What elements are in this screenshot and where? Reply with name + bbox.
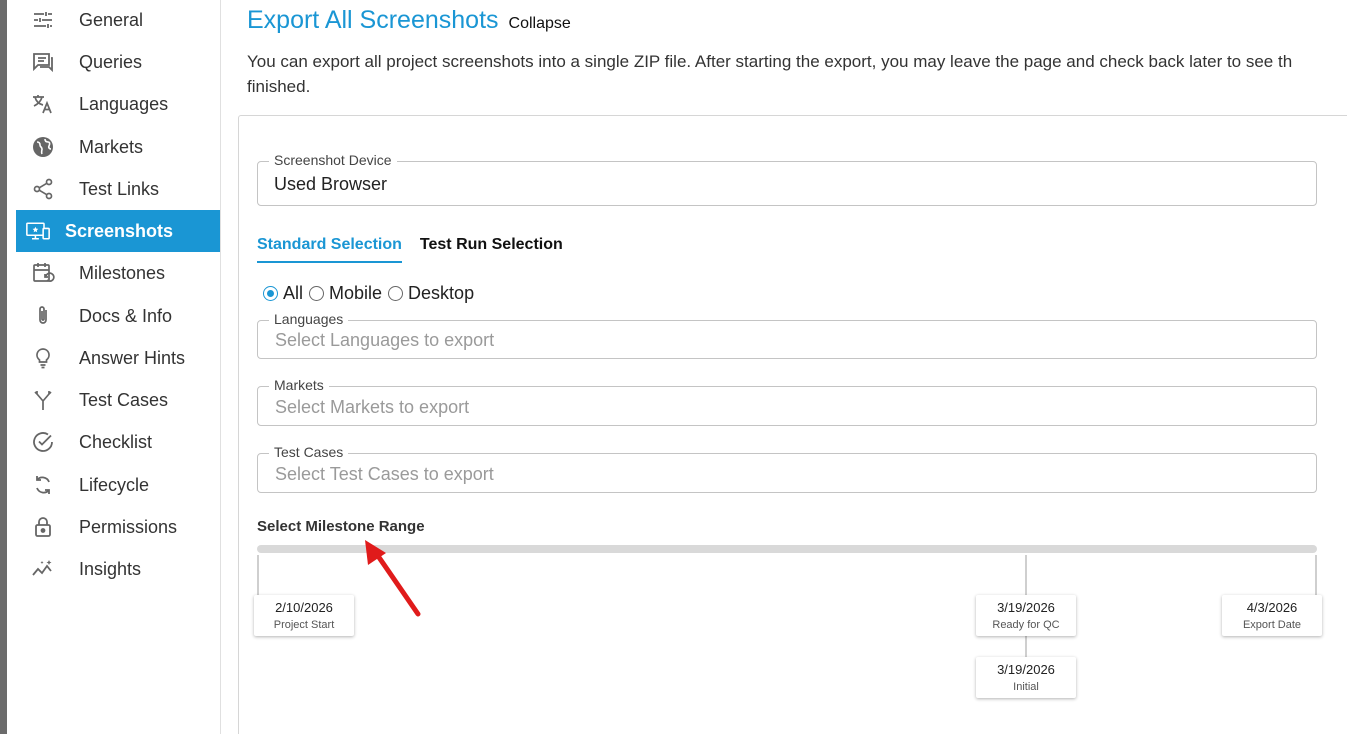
sliders-icon xyxy=(30,7,56,33)
field-label: Markets xyxy=(269,377,329,393)
sidebar-item-label: Milestones xyxy=(79,262,166,283)
sidebar-item-label: Test Cases xyxy=(79,389,169,410)
test-cases-placeholder: Select Test Cases to export xyxy=(275,464,494,484)
milestone-name: Project Start xyxy=(273,619,335,631)
main-content: Export All Screenshots Collapse You can … xyxy=(221,0,1347,734)
sidebar-item-queries[interactable]: Queries xyxy=(16,41,220,83)
radio-label: Desktop xyxy=(408,283,475,303)
screenshot-device-select[interactable]: Screenshot Device Used Browser xyxy=(257,152,1317,206)
field-label: Test Cases xyxy=(269,444,349,460)
window-edge xyxy=(0,0,7,734)
share-icon xyxy=(30,176,56,202)
sidebar-item-label: Permissions xyxy=(79,516,178,537)
milestone-ready-for-qc[interactable]: 3/19/2026 Ready for QC xyxy=(976,595,1076,636)
sidebar-item-label: Screenshots xyxy=(65,220,174,241)
sidebar-item-label: Test Links xyxy=(79,178,160,199)
milestone-range-label: Select Milestone Range xyxy=(257,518,425,535)
title-row: Export All Screenshots Collapse xyxy=(247,6,571,35)
markets-placeholder: Select Markets to export xyxy=(275,397,470,417)
sidebar-item-docs-info[interactable]: Docs & Info xyxy=(16,295,220,337)
sidebar-item-label: Checklist xyxy=(79,431,153,452)
sidebar-item-label: Queries xyxy=(79,51,143,72)
device-type-radio-group: All Mobile Desktop xyxy=(263,283,480,304)
radio-all[interactable]: All xyxy=(263,283,303,304)
collapse-button[interactable]: Collapse xyxy=(509,15,571,33)
milestone-export-date[interactable]: 4/3/2026 Export Date xyxy=(1222,595,1322,636)
sidebar-item-markets[interactable]: Markets xyxy=(16,126,220,168)
radio-label: Mobile xyxy=(329,283,383,303)
markets-select[interactable]: Markets Select Markets to export xyxy=(257,377,1317,426)
languages-select[interactable]: Languages Select Languages to export xyxy=(257,311,1317,359)
page-description: You can export all project screenshots i… xyxy=(247,49,1347,99)
milestone-tick xyxy=(1025,555,1027,597)
lightbulb-icon xyxy=(30,345,56,371)
sidebar-item-lifecycle[interactable]: Lifecycle xyxy=(16,464,220,506)
sidebar-item-general[interactable]: General xyxy=(16,0,220,41)
selection-tabs: Standard Selection Test Run Selection xyxy=(257,236,581,263)
calendar-icon xyxy=(30,260,56,286)
milestone-tick xyxy=(1315,555,1317,597)
sidebar-item-label: Lifecycle xyxy=(79,474,150,495)
sidebar-item-label: General xyxy=(79,9,144,30)
sidebar-item-label: Markets xyxy=(79,136,144,157)
sidebar-item-test-cases[interactable]: Test Cases xyxy=(16,379,220,421)
sidebar-item-screenshots[interactable]: Screenshots xyxy=(16,210,220,252)
sidebar-item-permissions[interactable]: Permissions xyxy=(16,506,220,548)
milestone-tick xyxy=(1025,636,1027,658)
radio-indicator xyxy=(388,286,404,301)
chat-icon xyxy=(30,49,56,75)
field-label: Languages xyxy=(269,311,349,327)
radio-mobile[interactable]: Mobile xyxy=(309,283,382,304)
selected-value: Used Browser xyxy=(274,174,388,194)
fork-icon xyxy=(30,387,56,413)
sidebar-item-label: Answer Hints xyxy=(79,347,186,368)
milestone-name: Initial xyxy=(1013,681,1039,693)
test-cases-select[interactable]: Test Cases Select Test Cases to export xyxy=(257,444,1317,493)
milestone-date: 4/3/2026 xyxy=(1246,600,1298,615)
tab-standard-selection[interactable]: Standard Selection xyxy=(257,236,402,263)
globe-icon xyxy=(30,134,56,160)
milestone-name: Export Date xyxy=(1242,619,1302,631)
milestone-name: Ready for QC xyxy=(992,619,1060,631)
sidebar-item-label: Languages xyxy=(79,93,169,114)
paperclip-icon xyxy=(30,303,56,329)
sidebar-item-label: Docs & Info xyxy=(79,305,173,326)
screenshot-icon xyxy=(24,218,52,244)
check-circle-icon xyxy=(30,429,56,455)
field-label: Screenshot Device xyxy=(269,152,397,168)
sidebar-item-insights[interactable]: Insights xyxy=(16,548,220,590)
milestone-range-slider[interactable] xyxy=(257,545,1317,553)
translate-icon xyxy=(30,91,56,117)
sidebar-item-checklist[interactable]: Checklist xyxy=(16,421,220,463)
lock-icon xyxy=(30,514,56,540)
radio-indicator xyxy=(263,286,278,301)
sidebar-item-milestones[interactable]: Milestones xyxy=(16,252,220,294)
description-line-1: You can export all project screenshots i… xyxy=(247,52,1293,71)
sidebar-item-label: Insights xyxy=(79,558,142,579)
sidebar-item-test-links[interactable]: Test Links xyxy=(16,168,220,210)
insights-icon xyxy=(30,556,56,582)
milestone-project-start[interactable]: 2/10/2026 Project Start xyxy=(254,595,354,636)
refresh-icon xyxy=(30,472,56,498)
milestone-date: 2/10/2026 xyxy=(275,600,333,615)
milestone-tick xyxy=(257,555,259,597)
sidebar: General Queries Languages Markets Test L… xyxy=(7,0,221,734)
milestone-initial[interactable]: 3/19/2026 Initial xyxy=(976,657,1076,698)
export-card: Screenshot Device Used Browser Standard … xyxy=(238,115,1347,734)
radio-indicator xyxy=(309,286,325,301)
tab-test-run-selection[interactable]: Test Run Selection xyxy=(420,236,563,263)
description-line-2: finished. xyxy=(247,77,311,96)
milestone-date: 3/19/2026 xyxy=(997,600,1055,615)
sidebar-item-languages[interactable]: Languages xyxy=(16,83,220,125)
radio-desktop[interactable]: Desktop xyxy=(388,283,474,304)
page-title: Export All Screenshots xyxy=(247,6,499,34)
milestone-date: 3/19/2026 xyxy=(997,662,1055,677)
radio-label: All xyxy=(283,283,304,303)
sidebar-item-answer-hints[interactable]: Answer Hints xyxy=(16,337,220,379)
languages-placeholder: Select Languages to export xyxy=(275,330,495,350)
